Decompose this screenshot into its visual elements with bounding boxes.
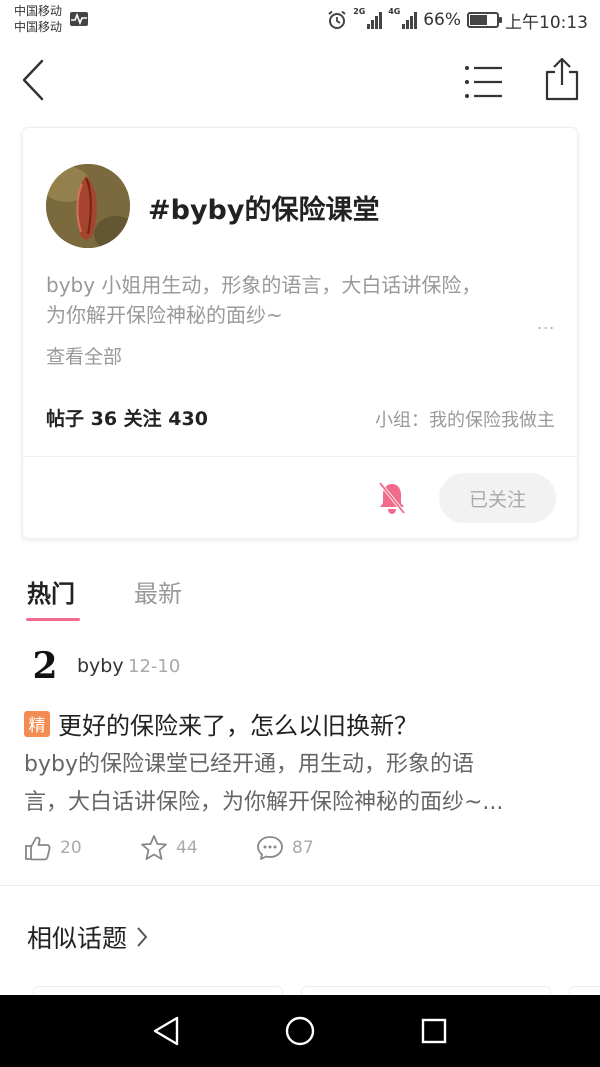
like-count: 20 bbox=[60, 838, 82, 858]
favorite-button[interactable]: 44 bbox=[140, 834, 198, 862]
feed-tabs: 热门 最新 bbox=[0, 570, 600, 626]
clock: 上午10:13 bbox=[505, 12, 588, 33]
system-nav-bar bbox=[0, 995, 600, 1067]
back-arrow-icon[interactable] bbox=[18, 58, 48, 102]
post-body-line-1: byby的保险课堂已经开通，用生动，形象的语 bbox=[24, 752, 474, 777]
net-2g-label: 2G bbox=[353, 7, 366, 16]
top-nav bbox=[0, 40, 600, 122]
topic-title: #byby的保险课堂 bbox=[148, 195, 380, 226]
carrier-labels: 中国移动 中国移动 bbox=[14, 3, 62, 35]
similar-topics-header[interactable]: 相似话题 bbox=[27, 919, 151, 955]
status-bar: 中国移动 中国移动 2G 4G 66% 上午10:13 bbox=[0, 0, 600, 40]
comment-icon bbox=[257, 836, 283, 860]
battery-icon bbox=[467, 12, 502, 28]
signal-2g-icon: 2G bbox=[353, 7, 383, 29]
description-line-1: byby 小姐用生动，形象的语言，大白话讲保险， bbox=[46, 273, 482, 297]
star-icon bbox=[141, 835, 167, 860]
followed-button[interactable]: 已关注 bbox=[439, 473, 556, 523]
list-menu-icon[interactable] bbox=[464, 64, 504, 100]
author-avatar[interactable]: 2 bbox=[27, 648, 63, 684]
post-actions: 20 44 87 bbox=[24, 834, 584, 864]
nav-recents-icon[interactable] bbox=[420, 1015, 448, 1047]
favorite-count: 44 bbox=[176, 838, 198, 858]
carrier-1: 中国移动 bbox=[14, 4, 63, 18]
post-title-row[interactable]: 精 更好的保险来了，怎么以旧换新？ bbox=[24, 706, 418, 741]
status-right: 2G 4G 66% 上午10:13 bbox=[327, 6, 588, 34]
similar-topics-heading: 相似话题 bbox=[27, 924, 128, 953]
post-body[interactable]: byby的保险课堂已经开通，用生动，形象的语 言，大白话讲保险，为你解开保险神秘… bbox=[24, 746, 576, 822]
share-icon[interactable] bbox=[544, 56, 580, 102]
battery-fill bbox=[470, 15, 487, 25]
author-name[interactable]: byby bbox=[77, 655, 124, 677]
signal-4g-icon: 4G bbox=[388, 7, 418, 29]
view-all-link[interactable]: 查看全部 bbox=[46, 342, 122, 369]
like-button[interactable]: 20 bbox=[24, 834, 82, 862]
nav-home-icon[interactable] bbox=[284, 1015, 316, 1047]
active-tab-indicator bbox=[26, 618, 80, 621]
activity-icon bbox=[70, 12, 88, 26]
topic-card: #byby的保险课堂 byby 小姐用生动，形象的语言，大白话讲保险， 为你解开… bbox=[22, 127, 578, 539]
chevron-right-icon bbox=[137, 927, 148, 947]
carrier-2: 中国移动 bbox=[14, 20, 63, 34]
topic-description: byby 小姐用生动，形象的语言，大白话讲保险， 为你解开保险神秘的面纱~ bbox=[46, 270, 546, 330]
post-title[interactable]: 更好的保险来了，怎么以旧换新？ bbox=[58, 706, 418, 741]
nav-back-icon[interactable] bbox=[152, 1015, 180, 1047]
featured-badge: 精 bbox=[24, 710, 50, 737]
description-line-2: 为你解开保险神秘的面纱~ bbox=[46, 303, 283, 327]
topic-avatar bbox=[46, 164, 130, 248]
group-link[interactable]: 小组：我的保险我做主 bbox=[375, 406, 555, 432]
section-divider bbox=[0, 885, 600, 886]
tab-new[interactable]: 最新 bbox=[134, 574, 182, 609]
more-dots[interactable]: ... bbox=[537, 314, 555, 333]
post-body-line-2: 言，大白话讲保险，为你解开保险神秘的面纱~... bbox=[24, 790, 504, 815]
bell-muted-icon[interactable] bbox=[376, 480, 408, 516]
comment-count: 87 bbox=[292, 838, 314, 858]
tab-hot[interactable]: 热门 bbox=[27, 574, 75, 609]
battery-percent: 66% bbox=[423, 10, 461, 30]
post-date: 12-10 bbox=[128, 656, 181, 677]
comment-button[interactable]: 87 bbox=[256, 834, 314, 862]
card-divider bbox=[23, 456, 577, 457]
topic-stats: 帖子 36 关注 430 bbox=[46, 408, 208, 430]
net-4g-label: 4G bbox=[388, 7, 401, 16]
thumbs-up-icon bbox=[25, 836, 51, 861]
alarm-icon bbox=[328, 10, 346, 29]
